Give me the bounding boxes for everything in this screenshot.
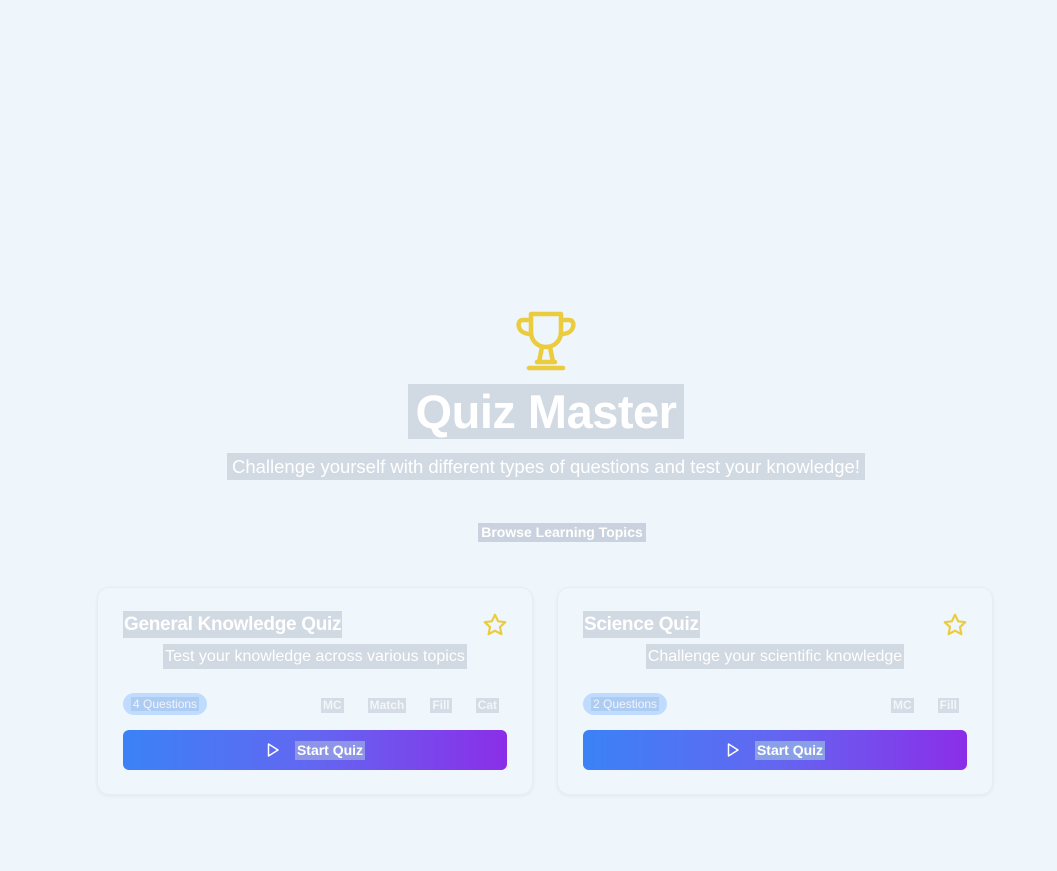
page-subtitle: Challenge yourself with different types … (226, 453, 865, 480)
star-icon[interactable] (942, 612, 968, 638)
start-quiz-label: Start Quiz (754, 740, 826, 760)
question-count-badge: 2 Questions (583, 693, 668, 715)
quiz-card-meta: 2 Questions MC Fill (583, 693, 967, 715)
quiz-card-general-knowledge: General Knowledge Quiz Test your knowled… (97, 587, 533, 795)
quiz-card-meta: 4 Questions MC Match Fill Cat (123, 693, 507, 715)
quiz-card-title: Science Quiz (583, 611, 700, 638)
page-title: Quiz Master (407, 384, 685, 439)
start-quiz-button[interactable]: Start Quiz (583, 730, 967, 770)
question-type-tag: MC (890, 698, 914, 713)
quiz-card-science: Science Quiz Challenge your scientific k… (557, 587, 993, 795)
quiz-card-description: Test your knowledge across various topic… (163, 644, 467, 669)
hero-section: Quiz Master Challenge yourself with diff… (0, 310, 1057, 542)
question-type-tag: Fill (430, 698, 452, 713)
quiz-home-page: Quiz Master Challenge yourself with diff… (0, 0, 1057, 871)
play-icon (267, 743, 279, 757)
quiz-card-description: Challenge your scientific knowledge (645, 644, 905, 669)
trophy-icon (516, 311, 576, 371)
question-type-tag: Match (367, 698, 407, 713)
quiz-card-list: General Knowledge Quiz Test your knowled… (97, 587, 995, 797)
question-type-tag: Fill (937, 698, 959, 713)
question-type-tag: MC (320, 698, 344, 713)
browse-topics-link[interactable]: Browse Learning Topics (478, 523, 646, 542)
quiz-card-title: General Knowledge Quiz (123, 611, 343, 638)
start-quiz-button[interactable]: Start Quiz (123, 730, 507, 770)
start-quiz-label: Start Quiz (294, 740, 366, 760)
question-type-tag: Cat (475, 698, 499, 713)
question-type-tags: MC Match Fill Cat (297, 696, 499, 713)
question-count-badge: 4 Questions (123, 693, 208, 715)
play-icon (727, 743, 739, 757)
question-type-tags: MC Fill (867, 696, 959, 713)
star-icon[interactable] (482, 612, 508, 638)
